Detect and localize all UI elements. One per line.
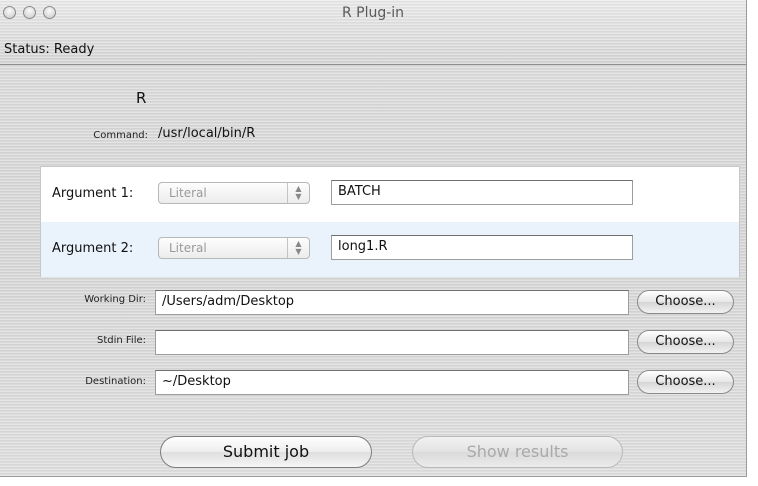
command-label: Command: (93, 130, 148, 141)
title-bar: R Plug-in Status: Ready (0, 0, 746, 65)
argument-1-type-popup[interactable]: Literal ▲ ▼ (158, 182, 310, 204)
updown-arrows-icon: ▲ ▼ (287, 183, 309, 203)
destination-choose-button[interactable]: Choose... (637, 370, 734, 394)
status-text: Status: Ready (4, 42, 95, 57)
argument-1-field[interactable]: BATCH (331, 180, 633, 205)
working-dir-field[interactable]: /Users/adm/Desktop (155, 290, 629, 315)
argument-2-type-value: Literal (169, 241, 207, 255)
stdin-file-choose-button[interactable]: Choose... (637, 330, 734, 354)
working-dir-label: Working Dir: (84, 294, 146, 305)
destination-field[interactable]: ~/Desktop (155, 370, 629, 395)
submit-job-button[interactable]: Submit job (160, 436, 372, 468)
command-value: /usr/local/bin/R (158, 126, 256, 141)
stdin-file-field[interactable] (155, 330, 629, 355)
plugin-name: R (136, 89, 147, 107)
argument-row: Argument 2: Literal ▲ ▼ long1.R (41, 222, 739, 277)
argument-row: Argument 1: Literal ▲ ▼ BATCH (41, 167, 739, 222)
argument-2-type-popup[interactable]: Literal ▲ ▼ (158, 237, 310, 259)
argument-2-label: Argument 2: (52, 241, 134, 256)
stdin-file-label: Stdin File: (96, 335, 146, 346)
argument-1-label: Argument 1: (52, 186, 134, 201)
show-results-button[interactable]: Show results (412, 436, 623, 468)
working-dir-choose-button[interactable]: Choose... (637, 290, 734, 314)
arguments-table: Argument 1: Literal ▲ ▼ BATCH Argument 2:… (40, 166, 740, 277)
window-title: R Plug-in (341, 5, 405, 21)
destination-label: Destination: (85, 376, 146, 387)
updown-arrows-icon: ▲ ▼ (287, 238, 309, 258)
r-plugin-window: R Plug-in Status: Ready R Command: /usr/… (0, 0, 747, 477)
argument-1-type-value: Literal (169, 186, 207, 200)
argument-2-field[interactable]: long1.R (331, 235, 633, 260)
